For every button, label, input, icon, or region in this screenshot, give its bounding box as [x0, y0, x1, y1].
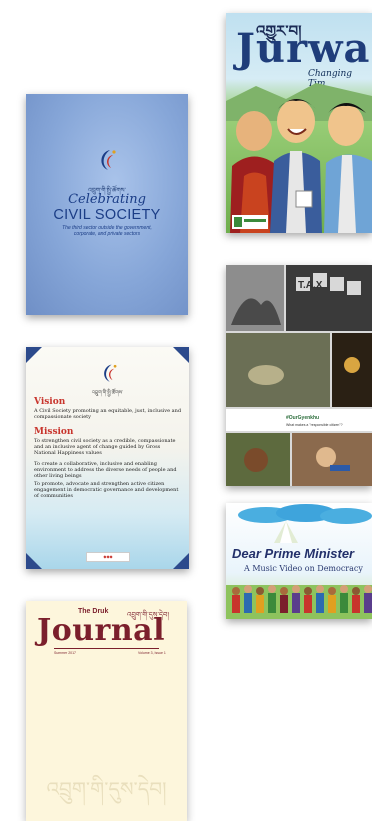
- druk-journal-card[interactable]: The Druk འབྲུག་གི་དུས་དེབ། Journal Summe…: [26, 601, 187, 821]
- jurwa-title: Jurwa: [236, 25, 371, 72]
- vision-heading: Vision: [34, 397, 66, 407]
- sky-clouds-illustration-icon: [226, 504, 372, 619]
- title-script: Celebrating: [68, 192, 146, 207]
- mission-heading: Mission: [34, 427, 74, 437]
- jurwa-publication-card[interactable]: འགྱུར་བ། Jurwa Changing Tim: [226, 13, 372, 233]
- vision-text: A Civil Society promoting an equitable, …: [34, 408, 182, 420]
- journal-issue-right: Volume 3, Issue 1: [138, 651, 166, 655]
- bhutan-crescent-logo-icon: [104, 364, 117, 382]
- mission-item: To promote, advocate and strengthen acti…: [34, 481, 179, 499]
- dear-pm-subtitle: A Music Video on Democracy: [244, 564, 363, 573]
- tax-text: T.A.X: [298, 280, 323, 291]
- journal-rule: [54, 648, 159, 649]
- corner-ornament-icon: [173, 553, 189, 569]
- subtitle: The third sector outside the government,…: [62, 225, 152, 237]
- dear-pm-title: Dear Prime Minister: [232, 546, 355, 561]
- journal-issue-left: Summer 2017: [54, 651, 76, 655]
- journal-tibetan-bottom: འབྲུག་གི་དུས་དེབ།: [46, 779, 167, 801]
- photo-collage-card[interactable]: T.A.X #OurGyenkhu What makes a "responsi…: [226, 265, 372, 486]
- three-cartoon-men-illustration-icon: [226, 83, 372, 233]
- photo-collage-image: T.A.X #OurGyenkhu What makes a "responsi…: [226, 265, 372, 486]
- corner-ornament-icon: [26, 347, 42, 363]
- bhutan-crescent-logo-icon: [101, 150, 116, 170]
- mission-item: To create a collaborative, inclusive and…: [34, 461, 177, 479]
- dear-prime-minister-card[interactable]: Dear Prime Minister A Music Video on Dem…: [226, 503, 372, 619]
- collage-caption-sub: What makes a "responsible citizen"?: [286, 423, 343, 427]
- collage-caption-title: #OurGyenkhu: [286, 415, 319, 421]
- bhutan-media-logo-icon: ◆◆◆: [86, 552, 130, 562]
- corner-ornament-icon: [26, 553, 42, 569]
- vision-mission-card[interactable]: འབྲུག་གི་སྤྱི་ཚོགས་ Vision A Civil Socie…: [26, 347, 189, 569]
- civil-society-publication-card[interactable]: འབྲུག་གི་སྤྱི་ཚོགས་ Celebrating CIVIL SO…: [26, 94, 188, 315]
- mission-item: To strengthen civil society as a credibl…: [34, 438, 176, 456]
- journal-title: Journal: [37, 613, 165, 648]
- page-title: CIVIL SOCIETY: [53, 207, 161, 223]
- corner-ornament-icon: [173, 347, 189, 363]
